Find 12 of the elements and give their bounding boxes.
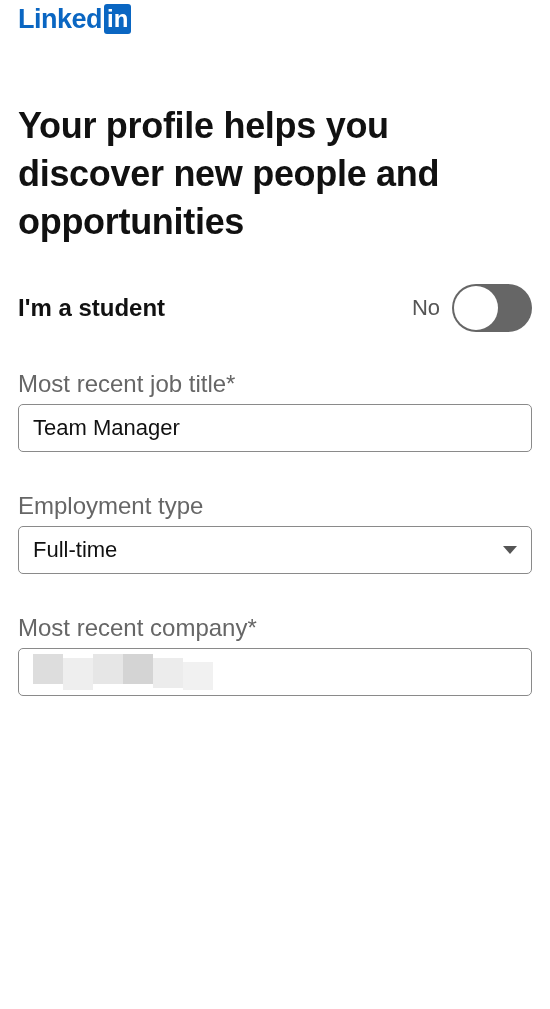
linkedin-logo: Linked in (18, 0, 532, 38)
page-heading: Your profile helps you discover new people and opportunities (18, 104, 441, 244)
input-field[interactable] (18, 648, 532, 696)
field-label: Most recent job title* (18, 370, 237, 398)
dropdown-field[interactable]: Full-time (18, 526, 532, 574)
field-label: Employment type (18, 492, 205, 520)
student-toggle[interactable] (452, 284, 532, 332)
caret-icon (503, 546, 517, 554)
field-label: Most recent company* (18, 614, 258, 642)
toggle-state-text: No (411, 295, 440, 321)
input-field[interactable]: Team Manager (18, 404, 532, 452)
student-label: I'm a student (18, 294, 166, 322)
